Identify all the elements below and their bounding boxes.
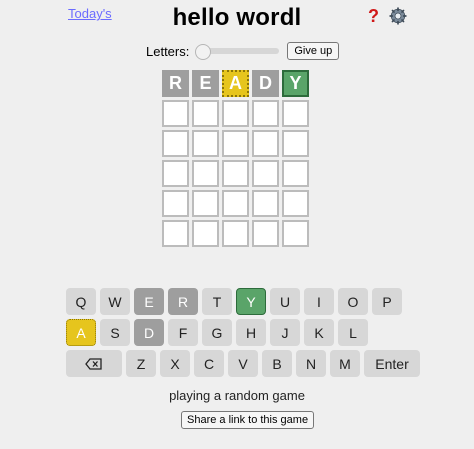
letters-control: Letters: Give up: [146, 42, 340, 60]
board-tile: [162, 220, 189, 247]
key-y[interactable]: Y: [236, 288, 266, 315]
board-tile: E: [192, 70, 219, 97]
key-q[interactable]: Q: [66, 288, 96, 315]
board-tile: [282, 100, 309, 127]
key-p[interactable]: P: [372, 288, 402, 315]
key-d[interactable]: D: [134, 319, 164, 346]
key-b[interactable]: B: [262, 350, 292, 377]
key-z[interactable]: Z: [126, 350, 156, 377]
key-g[interactable]: G: [202, 319, 232, 346]
gear-icon[interactable]: [389, 7, 407, 25]
key-n[interactable]: N: [296, 350, 326, 377]
key-a[interactable]: A: [66, 319, 96, 346]
key-x[interactable]: X: [160, 350, 190, 377]
enter-key[interactable]: Enter: [364, 350, 420, 377]
key-r[interactable]: R: [168, 288, 198, 315]
board-tile: [252, 160, 279, 187]
board-tile: [282, 160, 309, 187]
help-icon[interactable]: ?: [368, 6, 379, 27]
key-c[interactable]: C: [194, 350, 224, 377]
board-tile: [192, 220, 219, 247]
board-tile: [192, 100, 219, 127]
backspace-icon: [85, 357, 102, 370]
key-e[interactable]: E: [134, 288, 164, 315]
give-up-button[interactable]: Give up: [287, 42, 340, 60]
key-m[interactable]: M: [330, 350, 360, 377]
letters-slider-thumb[interactable]: [195, 44, 212, 60]
board-tile: [282, 190, 309, 217]
key-l[interactable]: L: [338, 319, 368, 346]
key-k[interactable]: K: [304, 319, 334, 346]
board-tile: [162, 160, 189, 187]
board-tile: [192, 130, 219, 157]
board-tile: [162, 130, 189, 157]
board-tile: [282, 130, 309, 157]
board-tile: [222, 100, 249, 127]
board-tile: [282, 220, 309, 247]
game-status: playing a random game: [169, 388, 305, 403]
key-i[interactable]: I: [304, 288, 334, 315]
keyboard-row: Z X C V B N M Enter: [66, 350, 424, 377]
board-tile: [252, 100, 279, 127]
on-screen-keyboard: Q W E R T Y U I O P A S D F G H J K L Z X C V B N M Enter: [66, 288, 424, 381]
key-t[interactable]: T: [202, 288, 232, 315]
key-o[interactable]: O: [338, 288, 368, 315]
key-h[interactable]: H: [236, 319, 266, 346]
key-j[interactable]: J: [270, 319, 300, 346]
key-f[interactable]: F: [168, 319, 198, 346]
board-tile: [252, 130, 279, 157]
share-link-button[interactable]: Share a link to this game: [181, 411, 315, 429]
board-tile: [222, 130, 249, 157]
board-tile: Y: [282, 70, 309, 97]
board-tile: D: [252, 70, 279, 97]
key-v[interactable]: V: [228, 350, 258, 377]
board-tile: R: [162, 70, 189, 97]
board-tile: [252, 190, 279, 217]
game-board: READY: [162, 70, 309, 247]
board-tile: [162, 100, 189, 127]
key-u[interactable]: U: [270, 288, 300, 315]
board-tile: [252, 220, 279, 247]
board-tile: [222, 160, 249, 187]
keyboard-row: ASDFGHJKL: [66, 319, 424, 346]
letters-label: Letters:: [146, 43, 190, 59]
key-w[interactable]: W: [100, 288, 130, 315]
backspace-key[interactable]: [66, 350, 122, 377]
board-tile: [162, 190, 189, 217]
board-tile: [192, 190, 219, 217]
board-tile: A: [222, 70, 249, 97]
board-tile: [222, 190, 249, 217]
board-tile: [222, 220, 249, 247]
key-s[interactable]: S: [100, 319, 130, 346]
letters-slider[interactable]: [195, 44, 280, 60]
board-tile: [192, 160, 219, 187]
keyboard-row: QWERTYUIOP: [66, 288, 424, 315]
